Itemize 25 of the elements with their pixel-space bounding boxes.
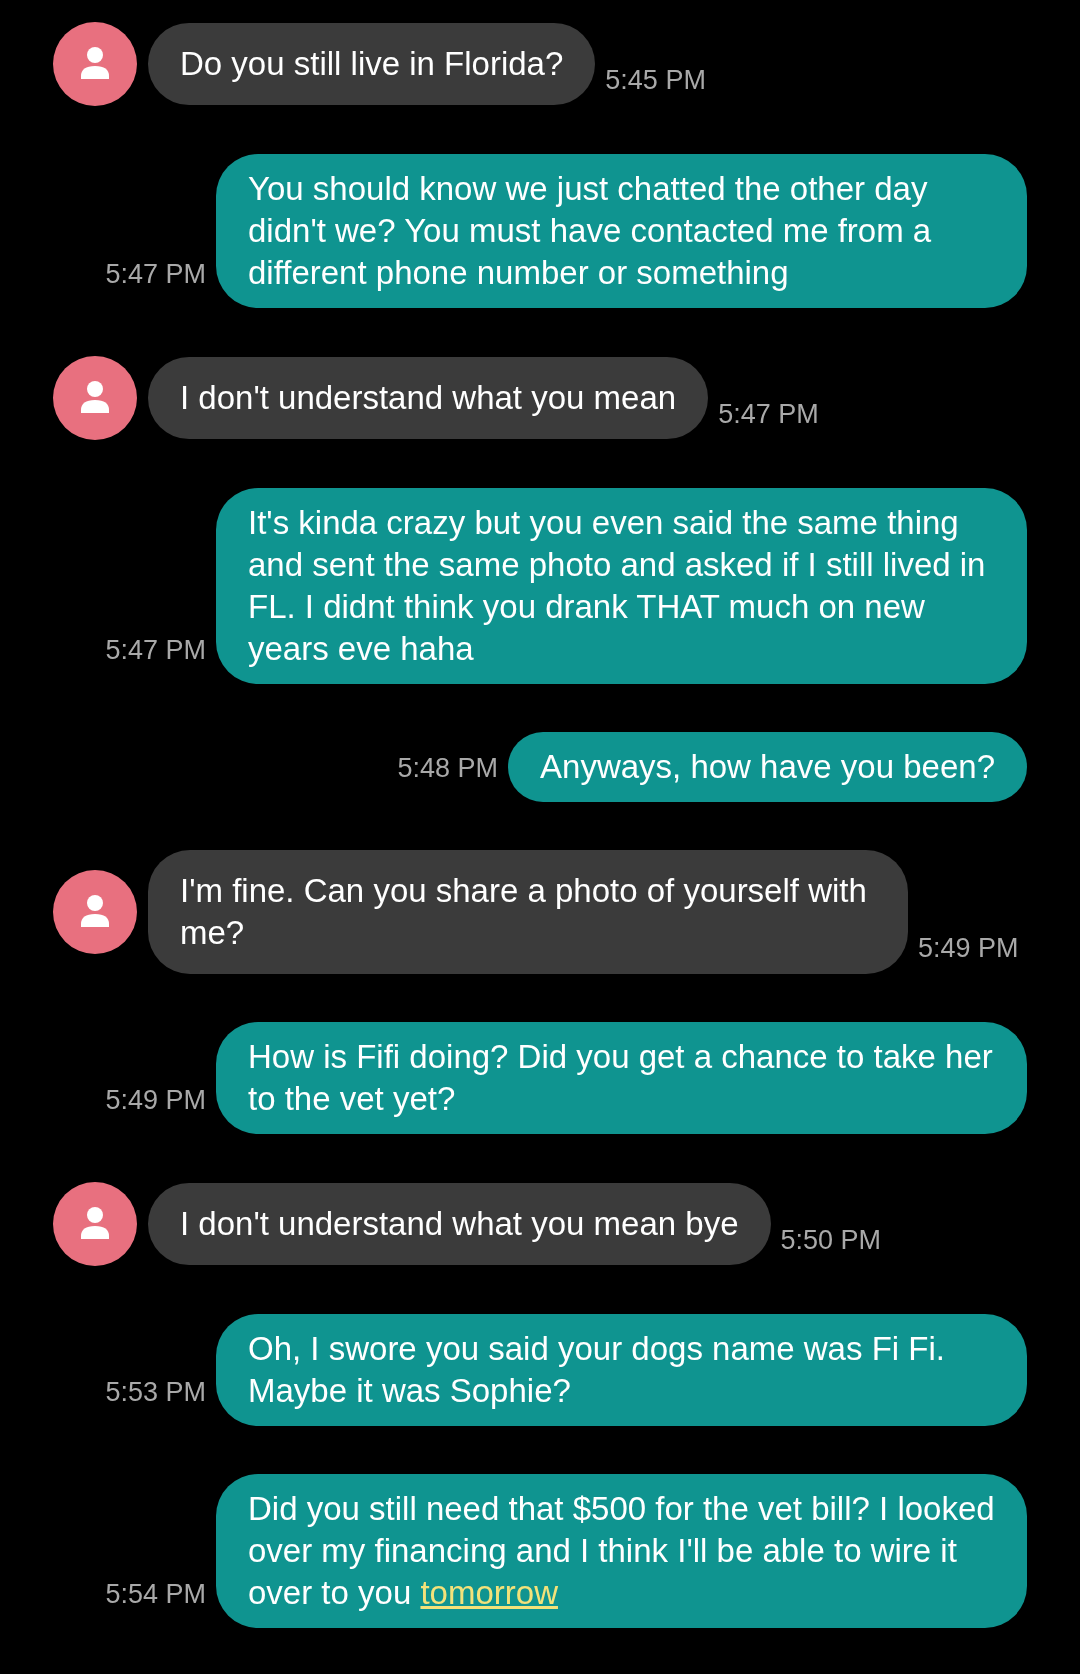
avatar-icon <box>53 22 137 106</box>
avatar-icon <box>53 356 137 440</box>
timestamp: 5:49 PM <box>918 931 1019 965</box>
sent-message-bubble: It's kinda crazy but you even said the same thing and sent the same photo and asked if I still lived in FL. I didnt think you drank THAT much on new years eve haha <box>216 488 1027 684</box>
received-message-bubble: I don't understand what you mean <box>148 357 709 439</box>
timestamp: 5:47 PM <box>718 397 819 431</box>
timestamp: 5:53 PM <box>105 1375 206 1409</box>
sent-message-bubble: Did you still need that $500 for the vet bill? I looked over my financing and I think I'll be able to wire it over to you tomorrow <box>216 1474 1027 1628</box>
avatar-icon <box>53 870 137 954</box>
timestamp: 5:48 PM <box>397 751 499 785</box>
received-message-bubble: I'm fine. Can you share a photo of yourself with me? <box>148 850 908 974</box>
received-message-bubble: I don't understand what you mean bye <box>148 1183 771 1265</box>
sent-message-bubble: You should know we just chatted the other day didn't we? You must have contacted me from a different phone number or something <box>216 154 1027 308</box>
timestamp: 5:47 PM <box>105 257 206 291</box>
timestamp: 5:47 PM <box>105 633 206 667</box>
link[interactable]: tomorrow <box>420 1574 558 1611</box>
avatar-icon <box>53 1182 137 1266</box>
timestamp: 5:54 PM <box>105 1577 206 1611</box>
timestamp: 5:50 PM <box>780 1223 882 1257</box>
received-message-bubble: Do you still live in Florida? <box>148 23 596 105</box>
sent-message-bubble: Anyways, how have you been? <box>508 732 1027 802</box>
sent-message-bubble: How is Fifi doing? Did you get a chance to take her to the vet yet? <box>216 1022 1027 1134</box>
timestamp: 5:49 PM <box>105 1083 206 1117</box>
timestamp: 5:45 PM <box>605 63 706 97</box>
sent-message-bubble: Oh, I swore you said your dogs name was Fi Fi. Maybe it was Sophie? <box>216 1314 1027 1426</box>
